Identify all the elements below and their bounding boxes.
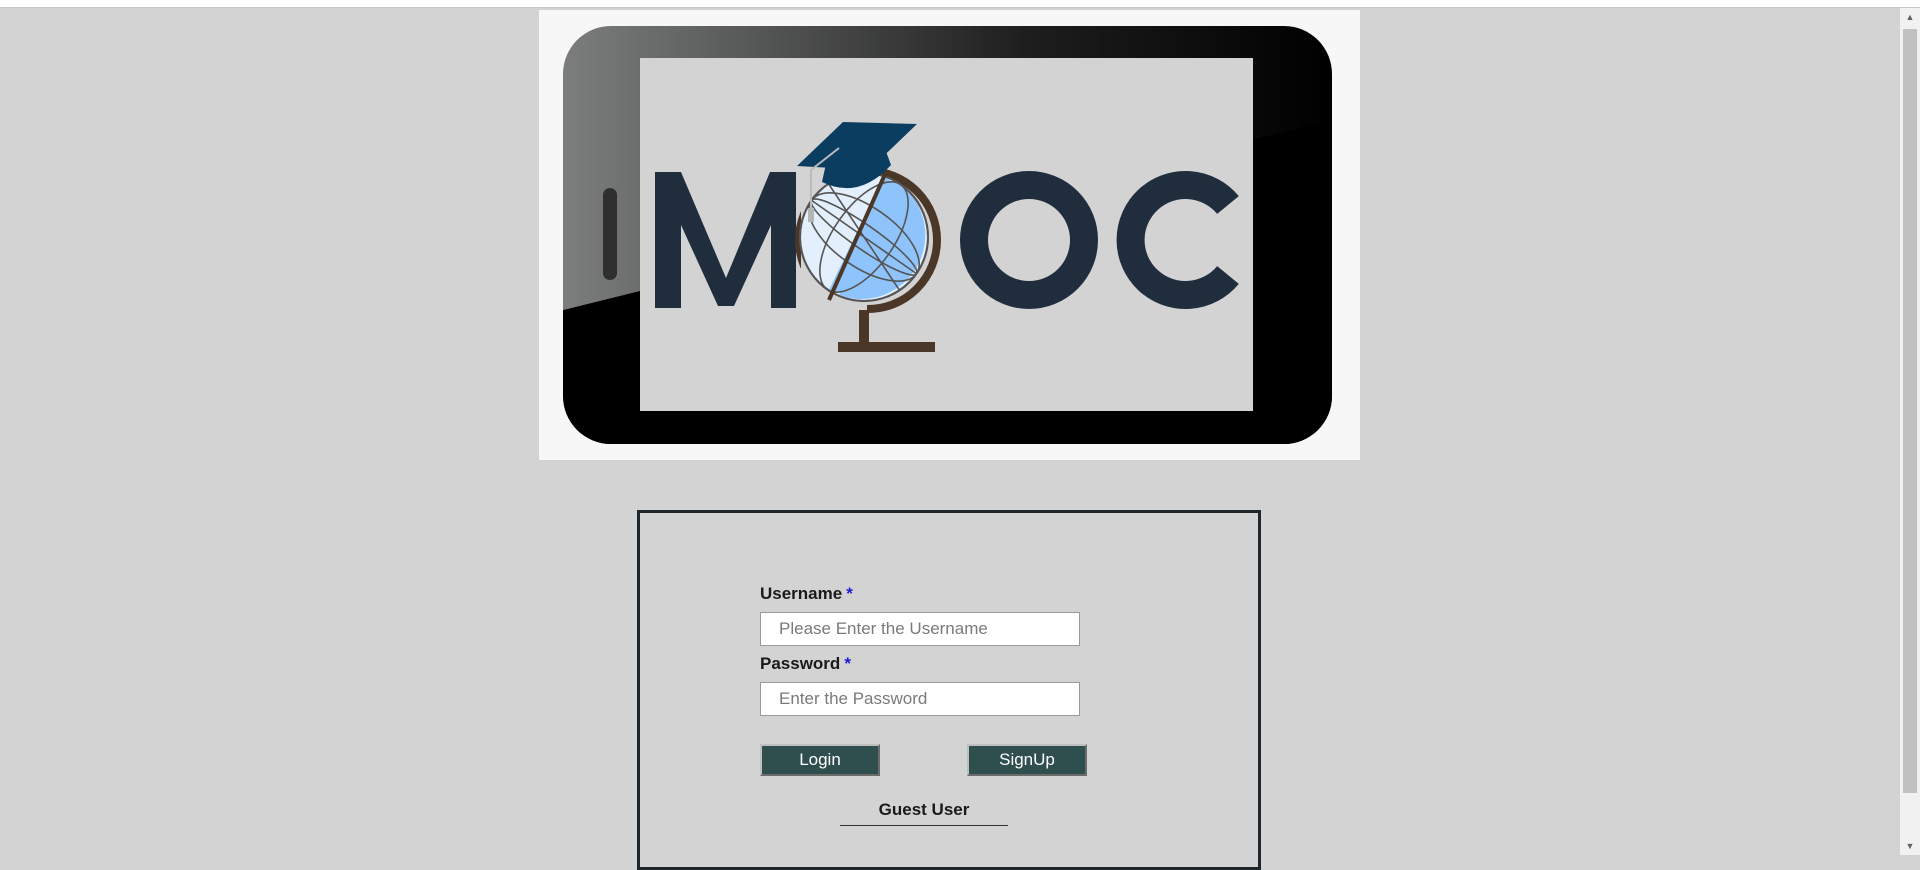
required-mark: * [846,584,853,603]
login-button[interactable]: Login [760,744,880,776]
password-input[interactable] [760,682,1080,716]
phone-side-button [603,188,617,280]
browser-top-edge [0,0,1920,8]
scroll-up-icon[interactable]: ▲ [1900,8,1920,26]
password-label-text: Password [760,654,841,673]
vertical-scrollbar[interactable]: ▲ ▼ [1900,8,1920,855]
mooc-phone-logo-image [563,26,1332,444]
username-label: Username * [760,584,853,604]
username-label-text: Username [760,584,843,603]
password-label: Password * [760,654,851,674]
phone-screen [640,58,1253,411]
scroll-thumb[interactable] [1903,29,1917,793]
guest-user-link[interactable]: Guest User [840,800,1008,826]
scroll-down-icon[interactable]: ▼ [1900,837,1920,855]
page: Username* Password* Login SignUp Guest U… [0,8,1900,870]
mooc-banner [539,10,1360,460]
login-form: Username* Password* Login SignUp Guest U… [637,510,1261,870]
required-mark: * [844,654,851,673]
signup-button[interactable]: SignUp [967,744,1087,776]
username-input[interactable] [760,612,1080,646]
